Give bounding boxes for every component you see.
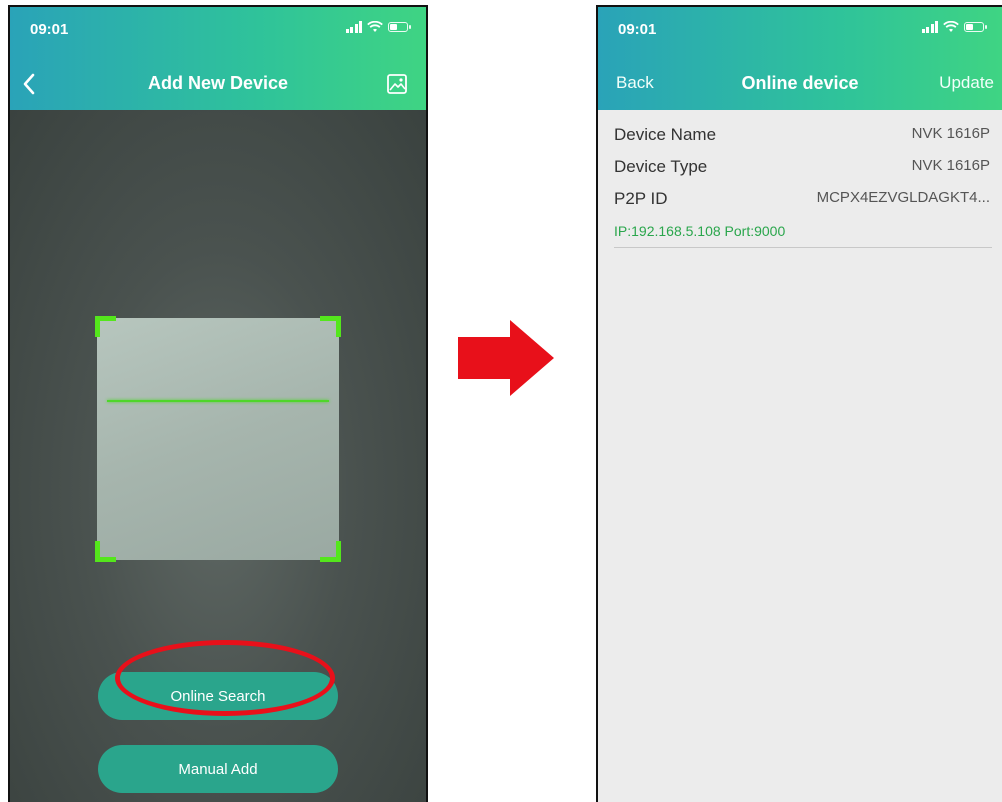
device-type-value: NVK 1616P (911, 157, 990, 174)
signal-icon (345, 21, 362, 33)
device-name-value: NVK 1616P (911, 125, 990, 142)
scan-corner (95, 316, 116, 337)
status-icons (921, 21, 987, 33)
manual-add-button[interactable]: Manual Add (98, 745, 338, 793)
battery-icon (964, 22, 987, 32)
image-gallery-icon[interactable] (386, 73, 408, 95)
device-type-row[interactable]: Device Type NVK 1616P (614, 150, 990, 182)
ip-port-text: IP:192.168.5.108 Port:9000 (614, 223, 992, 248)
page-title: Add New Device (147, 73, 289, 93)
highlight-ellipse (115, 640, 335, 716)
update-button[interactable]: Update (939, 73, 994, 93)
status-icons (345, 21, 411, 33)
p2p-id-row[interactable]: P2P ID MCPX4EZVGLDAGKT4... (614, 182, 990, 214)
nav-bar: Back Online device Update (598, 57, 1002, 110)
p2p-id-value: MCPX4EZVGLDAGKT4... (816, 189, 990, 206)
scan-corner (95, 541, 116, 562)
p2p-id-label: P2P ID (614, 189, 668, 208)
status-time: 09:01 (618, 21, 657, 38)
battery-icon (388, 22, 411, 32)
signal-icon (921, 21, 938, 33)
device-type-label: Device Type (614, 157, 708, 176)
scan-corner (320, 316, 341, 337)
wifi-icon (367, 21, 383, 32)
device-name-row[interactable]: Device Name NVK 1616P (614, 118, 990, 150)
scan-line (107, 400, 329, 402)
status-time: 09:01 (30, 21, 69, 38)
online-device-screen: 09:01 Back Online device Update Device N… (596, 5, 1002, 802)
nav-bar: Add New Device (10, 57, 426, 110)
qr-scan-frame (95, 316, 341, 562)
status-bar: 09:01 (10, 7, 426, 57)
wifi-icon (943, 21, 959, 32)
scan-corner (320, 541, 341, 562)
red-arrow-icon (458, 320, 554, 396)
status-bar: 09:01 (598, 7, 1002, 57)
device-name-label: Device Name (614, 125, 717, 144)
